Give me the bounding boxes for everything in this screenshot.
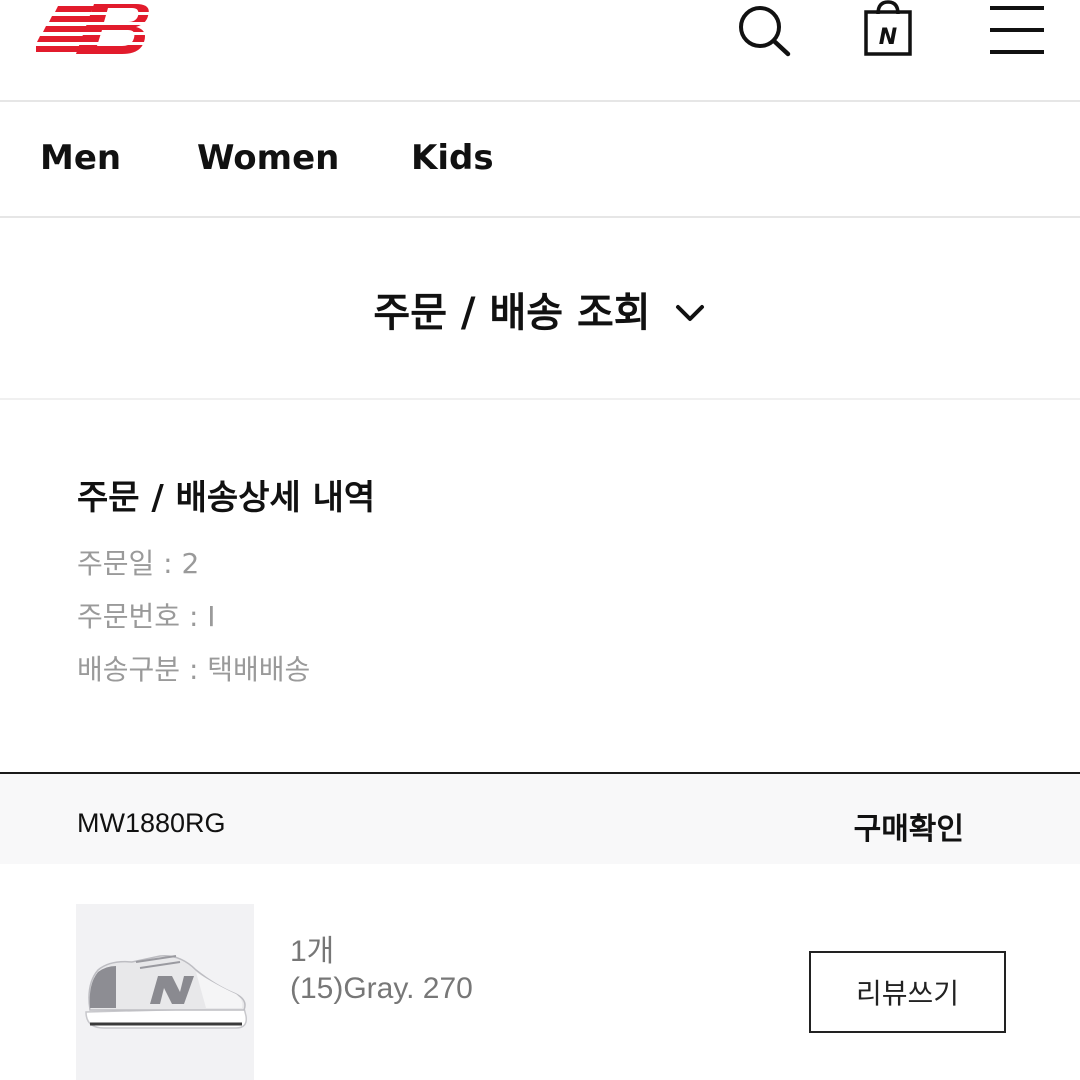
nav-item-men[interactable]: Men [40, 138, 121, 178]
order-detail-section: 주문 / 배송상세 내역 주문일 : 2 주문번호 : I 배송구분 : 택배배… [0, 402, 1080, 772]
nav-item-kids[interactable]: Kids [411, 138, 494, 178]
write-review-button[interactable]: 리뷰쓰기 [809, 951, 1006, 1033]
item-option: (15)Gray. 270 [290, 972, 473, 1005]
nav-item-women[interactable]: Women [197, 138, 339, 178]
bag-letter: N [879, 25, 897, 50]
order-date: 주문일 : 2 [77, 547, 200, 580]
detail-title: 주문 / 배송상세 내역 [77, 478, 376, 518]
status-badge: 구매확인 [853, 812, 964, 847]
search-icon[interactable] [734, 2, 794, 58]
product-thumbnail[interactable] [76, 904, 254, 1080]
order-item: 1개 (15)Gray. 270 리뷰쓰기 [0, 864, 1080, 1080]
chevron-down-icon [673, 294, 707, 328]
model-code: MW1880RG [77, 808, 226, 838]
category-nav: Men Women Kids [0, 102, 1080, 218]
order-number: 주문번호 : I [77, 600, 216, 633]
page-title-text: 주문 / 배송 조회 [373, 290, 651, 336]
page-title-dropdown[interactable]: 주문 / 배송 조회 [0, 220, 1080, 400]
page-title[interactable]: 주문 / 배송 조회 [0, 280, 1080, 338]
delivery-type: 배송구분 : 택배배송 [77, 653, 311, 686]
shopping-bag-icon[interactable]: N [860, 0, 916, 60]
site-header: N [0, 0, 1080, 102]
order-item-header: MW1880RG 구매확인 [0, 772, 1080, 864]
new-balance-logo[interactable] [33, 0, 156, 60]
hamburger-menu-icon[interactable] [986, 4, 1048, 56]
item-quantity: 1개 [290, 935, 335, 968]
